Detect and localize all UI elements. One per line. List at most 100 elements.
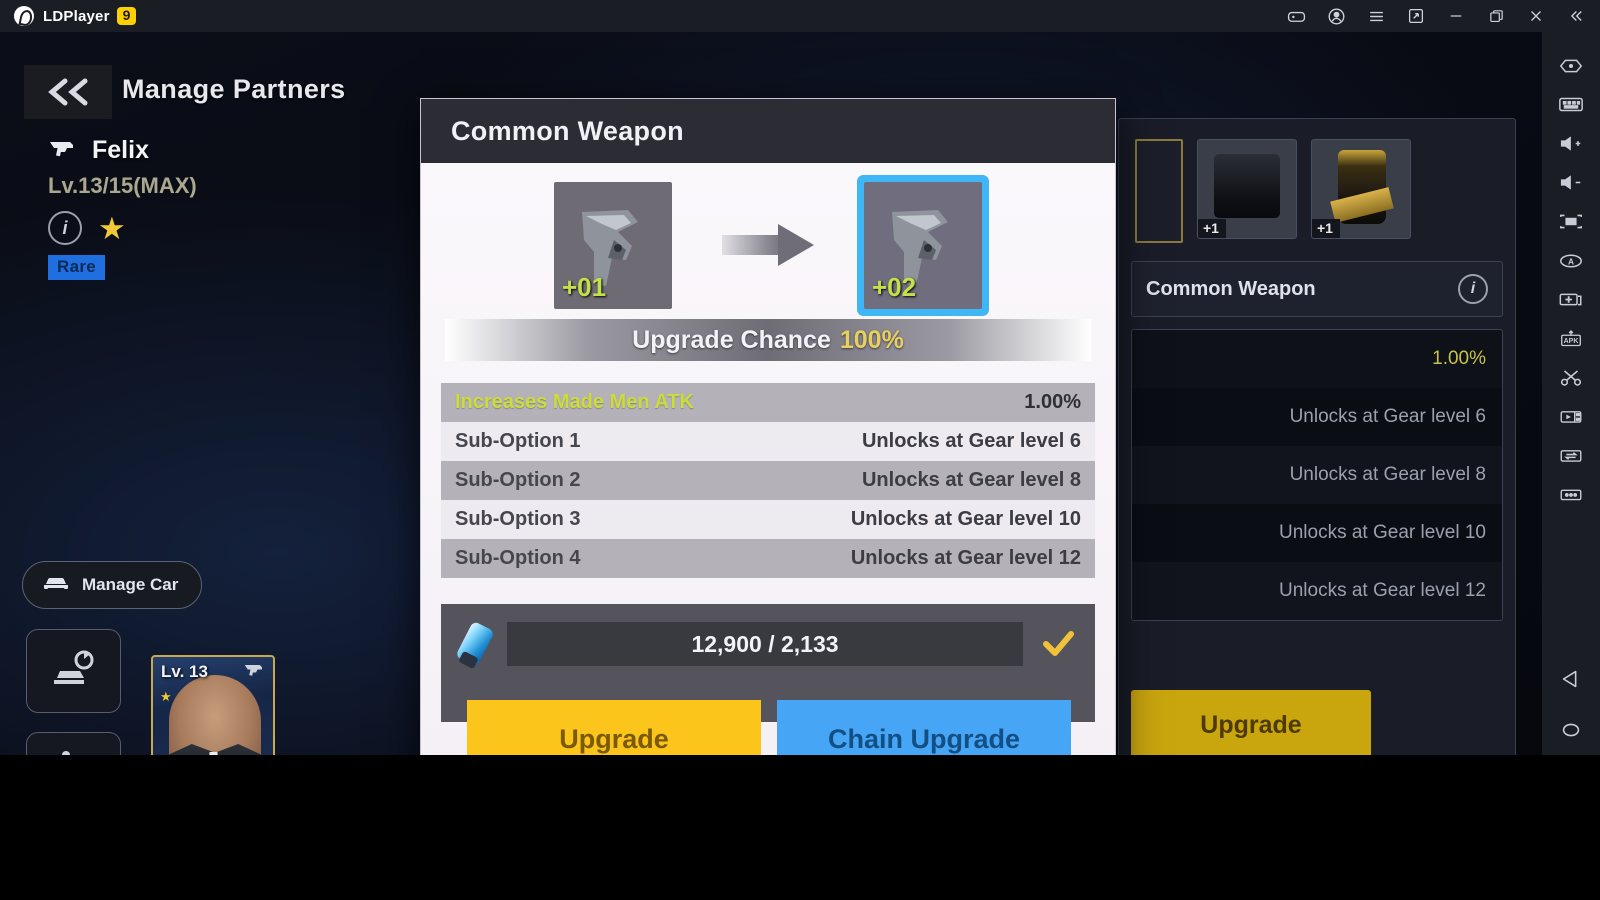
- bg-info-icon[interactable]: i: [1458, 274, 1488, 304]
- option-label: Sub-Option 3: [455, 508, 581, 530]
- video-record-icon[interactable]: [1549, 397, 1593, 436]
- supplement-jar-icon: [1338, 150, 1386, 224]
- emulator-title-bar: LDPlayer 9: [0, 0, 1600, 32]
- option-value: Unlocks at Gear level 12: [850, 547, 1081, 569]
- bg-options-list: 1.00% Unlocks at Gear level 6 Unlocks at…: [1131, 329, 1503, 621]
- option-row: Sub-Option 3 Unlocks at Gear level 10: [441, 500, 1095, 539]
- volume-down-icon[interactable]: [1549, 163, 1593, 202]
- svg-text:APK: APK: [1564, 338, 1579, 345]
- screen: LDPlayer 9 Manage Partners Felix Lv.13/1…: [0, 0, 1600, 900]
- car-icon: [41, 574, 71, 597]
- upgrade-dialog: Common Weapon +01 +02 Upgrade Chance 100…: [420, 98, 1116, 755]
- gamepad-icon[interactable]: [1276, 0, 1316, 32]
- material-badge-2: +1: [1312, 219, 1340, 238]
- manage-car-label: Manage Car: [82, 575, 179, 594]
- bg-option-value: 1.00%: [1432, 348, 1486, 369]
- character-info-icon[interactable]: i: [48, 211, 82, 245]
- character-info: Felix Lv.13/15(MAX) i ★ Rare: [48, 136, 197, 280]
- install-apk-icon[interactable]: APK: [1549, 319, 1593, 358]
- partner-card[interactable]: Lv. 13 ★: [151, 655, 275, 755]
- gear-case-icon: [1214, 154, 1280, 218]
- arrow-right-icon: [722, 224, 814, 266]
- character-level: Lv.13/15(MAX): [48, 173, 197, 198]
- material-slot-2[interactable]: +1: [1311, 139, 1411, 239]
- back-button[interactable]: [24, 65, 112, 119]
- volume-up-icon[interactable]: [1549, 124, 1593, 163]
- bg-gear-title-bar: Common Weapon i: [1131, 261, 1503, 317]
- upgrade-preview: +01 +02: [435, 163, 1101, 313]
- collapse-icon[interactable]: [1556, 0, 1596, 32]
- manage-car-button[interactable]: Manage Car: [22, 561, 202, 609]
- pistol-icon: [48, 138, 82, 163]
- ldplayer-logo-icon: [14, 6, 34, 26]
- checkmark-icon[interactable]: [1037, 622, 1079, 666]
- maximize-icon[interactable]: [1476, 0, 1516, 32]
- weapon-token-icon: [455, 620, 495, 670]
- emulator-side-toolbar: A APK: [1542, 32, 1600, 755]
- option-label: Sub-Option 4: [455, 547, 581, 569]
- bg-option-row: 1.00%: [1132, 330, 1502, 388]
- bg-option-row: Unlocks at Gear level 6: [1132, 388, 1502, 446]
- material-badge-1: +1: [1198, 219, 1226, 238]
- chain-upgrade-button[interactable]: Chain Upgrade: [777, 700, 1071, 755]
- more-icon[interactable]: [1549, 475, 1593, 514]
- car-swap-icon: [48, 647, 100, 696]
- dialog-title: Common Weapon: [451, 115, 684, 146]
- shared-folder-icon[interactable]: [1549, 436, 1593, 475]
- screenshot-icon[interactable]: [1549, 280, 1593, 319]
- dialog-header: Common Weapon: [421, 99, 1115, 163]
- weapon-slot-after: +02: [864, 181, 982, 309]
- bg-option-value: Unlocks at Gear level 10: [1279, 522, 1486, 543]
- minimize-icon[interactable]: [1436, 0, 1476, 32]
- rarity-badge: Rare: [48, 255, 106, 280]
- option-label: Increases Made Men ATK: [455, 391, 694, 413]
- assign-partner-button[interactable]: [26, 732, 121, 755]
- fullscreen-icon[interactable]: [1549, 202, 1593, 241]
- game-viewport: Manage Partners Felix Lv.13/15(MAX) i ★ …: [0, 32, 1542, 755]
- bg-option-row: Unlocks at Gear level 10: [1132, 504, 1502, 562]
- equipped-gear-slot[interactable]: [1135, 139, 1183, 243]
- upgrade-button[interactable]: Upgrade: [467, 700, 761, 755]
- scissors-icon[interactable]: [1549, 358, 1593, 397]
- bg-option-value: Unlocks at Gear level 8: [1289, 464, 1486, 485]
- page-title: Manage Partners: [122, 74, 346, 104]
- title-bar-controls: [1276, 0, 1600, 32]
- bg-option-row: Unlocks at Gear level 12: [1132, 562, 1502, 620]
- option-value: 1.00%: [1024, 391, 1081, 413]
- bg-option-value: Unlocks at Gear level 6: [1289, 406, 1486, 427]
- dialog-action-buttons: Upgrade Chain Upgrade: [435, 700, 1103, 755]
- ldplayer-brand-label: LDPlayer: [43, 7, 110, 25]
- weapon-level-before: +01: [562, 271, 607, 302]
- bg-option-row: Unlocks at Gear level 8: [1132, 446, 1502, 504]
- home-nav-icon[interactable]: [1549, 705, 1593, 755]
- assign-partner-icon: [48, 749, 100, 755]
- option-row: Sub-Option 2 Unlocks at Gear level 8: [441, 461, 1095, 500]
- car-swap-button[interactable]: [26, 629, 121, 713]
- ldplayer-version-badge: 9: [116, 7, 137, 25]
- upgrade-chance-value: 100%: [839, 325, 904, 354]
- rotate-screen-icon[interactable]: A: [1549, 241, 1593, 280]
- material-slot-1[interactable]: +1: [1197, 139, 1297, 239]
- menu-icon[interactable]: [1356, 0, 1396, 32]
- option-row: Sub-Option 4 Unlocks at Gear level 12: [441, 539, 1095, 578]
- svg-text:A: A: [1568, 256, 1574, 266]
- new-window-icon[interactable]: [1396, 0, 1436, 32]
- bg-upgrade-button[interactable]: Upgrade: [1131, 690, 1371, 755]
- character-name: Felix: [92, 136, 149, 164]
- keyboard-icon[interactable]: [1549, 85, 1593, 124]
- bg-option-value: Unlocks at Gear level 12: [1279, 580, 1486, 601]
- eye-icon[interactable]: [1549, 46, 1593, 85]
- back-nav-icon[interactable]: [1549, 653, 1593, 705]
- option-value: Unlocks at Gear level 6: [861, 430, 1081, 452]
- options-table: Increases Made Men ATK 1.00% Sub-Option …: [441, 383, 1095, 578]
- partner-star-icon: ★: [160, 689, 172, 704]
- option-value: Unlocks at Gear level 8: [861, 469, 1081, 491]
- cost-amount: 12,900 / 2,133: [691, 630, 839, 657]
- close-icon[interactable]: [1516, 0, 1556, 32]
- option-row: Sub-Option 1 Unlocks at Gear level 6: [441, 422, 1095, 461]
- option-label: Sub-Option 1: [455, 430, 581, 452]
- star-icon: ★: [98, 210, 126, 246]
- material-slot-row: +1 +1: [1131, 131, 1503, 247]
- account-icon[interactable]: [1316, 0, 1356, 32]
- weapon-slot-before: +01: [554, 181, 672, 309]
